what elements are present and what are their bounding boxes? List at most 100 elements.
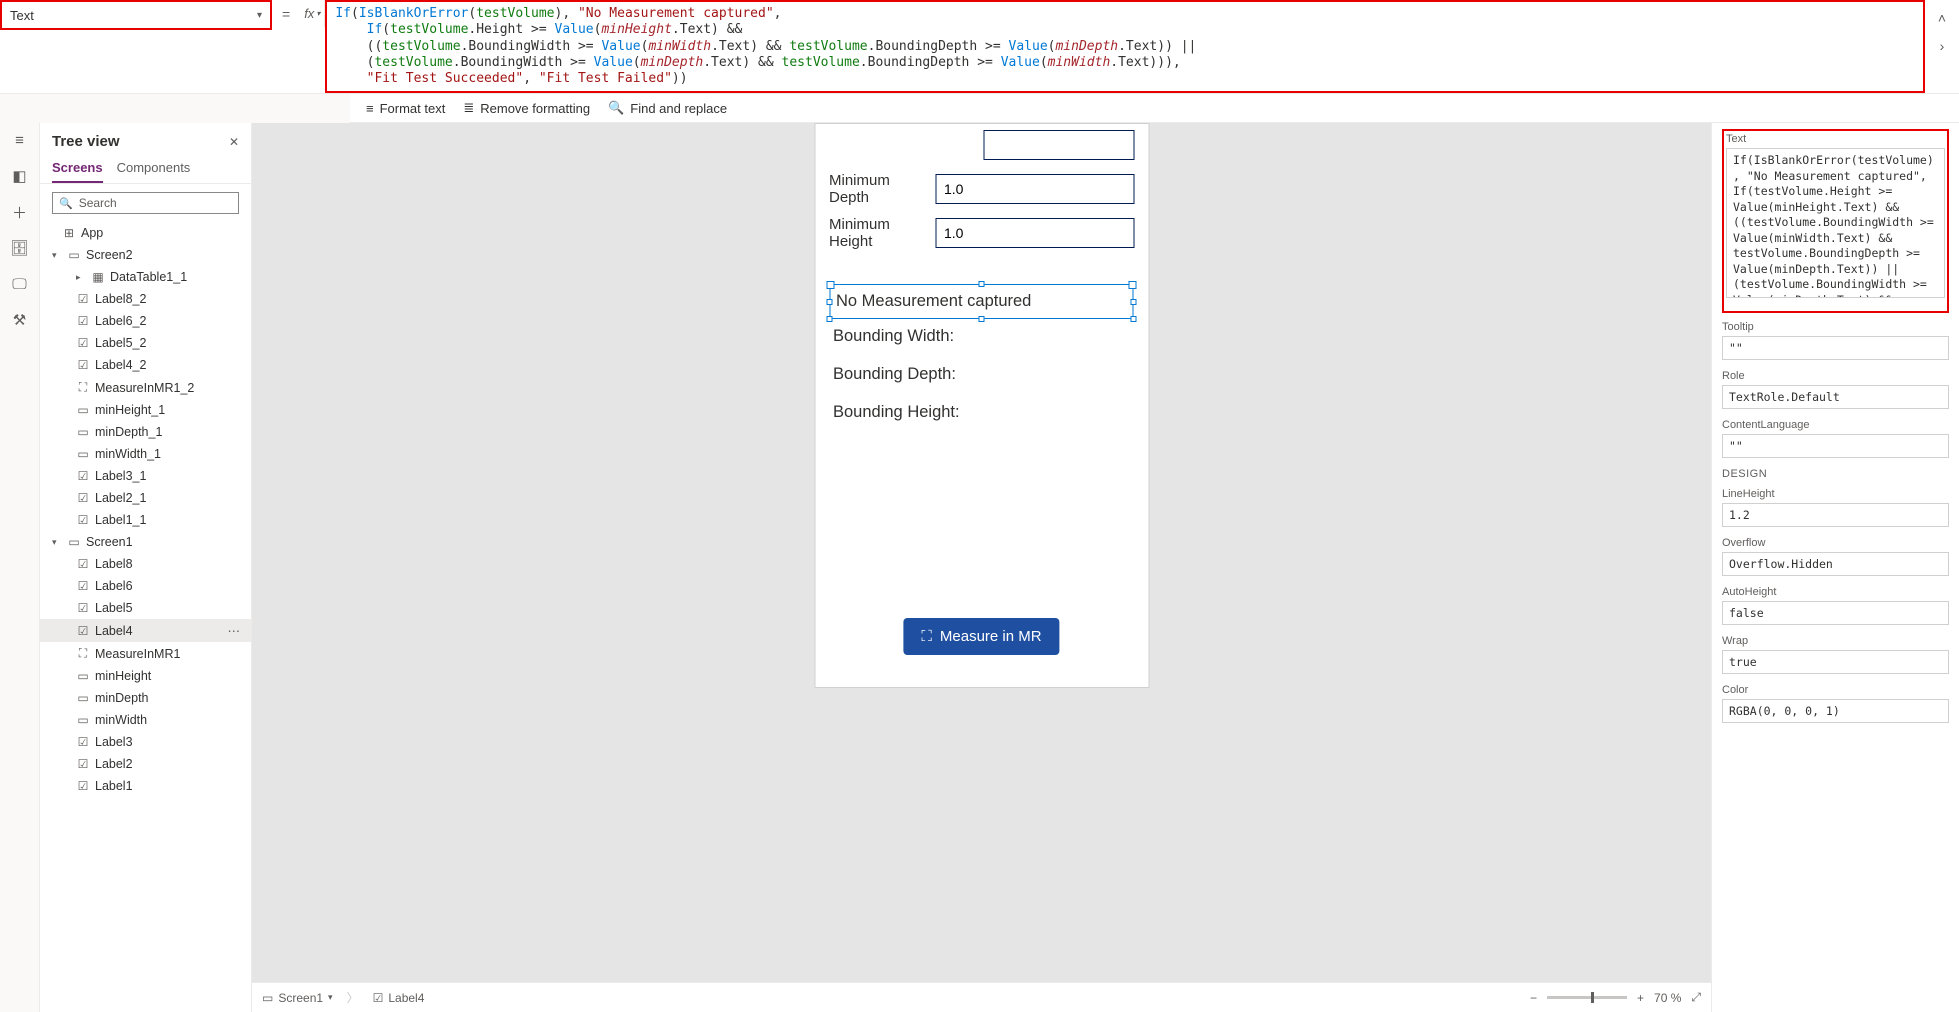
label-icon: ☑ [76, 491, 90, 505]
tree-item[interactable]: ☑Label2_1 [40, 487, 251, 509]
tab-components[interactable]: Components [117, 154, 191, 183]
tree-label: DataTable1_1 [110, 270, 187, 284]
min-height-label: Minimum Height [829, 216, 925, 250]
breadcrumb-label: Label4 [388, 991, 424, 1005]
chevron-right-icon: ▸ [76, 272, 86, 283]
tree-label: App [81, 226, 103, 240]
prop-wrap-field[interactable] [1722, 650, 1949, 674]
insert-icon[interactable]: ＋ [11, 203, 29, 221]
tree-label: minDepth [95, 691, 149, 705]
zoom-slider[interactable] [1547, 996, 1627, 999]
prop-text-field[interactable]: If(IsBlankOrError(testVolume), "No Measu… [1726, 148, 1945, 298]
label-icon: ☑ [76, 601, 90, 615]
input-icon: ▭ [76, 425, 90, 439]
prop-autoheight-field[interactable] [1722, 601, 1949, 625]
app-icon: ⊞ [62, 226, 76, 240]
tree-label: Label2 [95, 757, 133, 771]
tree-item[interactable]: ☑Label3 [40, 731, 251, 753]
min-width-input[interactable] [983, 130, 1134, 160]
tree-item[interactable]: ☑Label6_2 [40, 310, 251, 332]
chevron-down-icon: ▾ [52, 537, 62, 548]
chevron-down-icon: ▾ [257, 10, 262, 21]
tree-item[interactable]: ⛶MeasureInMR1 [40, 642, 251, 665]
formula-editor[interactable]: If(IsBlankOrError(testVolume), "No Measu… [325, 0, 1925, 93]
input-icon: ▭ [76, 669, 90, 683]
chevron-up-icon[interactable]: ˄ [1932, 4, 1952, 32]
selected-label4[interactable]: No Measurement captured [829, 284, 1133, 319]
close-icon[interactable]: ✕ [229, 135, 239, 149]
zoom-in-button[interactable]: + [1637, 991, 1644, 1005]
formula-toolbar: ≡ Format text ≣ Remove formatting 🔍Find an… [350, 94, 1959, 123]
min-height-input[interactable] [935, 218, 1134, 248]
tree-label: Screen2 [86, 248, 133, 262]
search-icon: 🔍 [608, 100, 624, 116]
input-icon: ▭ [76, 403, 90, 417]
advanced-tools-icon[interactable]: ⚒ [11, 311, 29, 329]
tree-item[interactable]: ☑Label8 [40, 553, 251, 575]
remove-formatting-label: Remove formatting [480, 101, 590, 116]
tree-view-icon[interactable]: ◧ [11, 167, 29, 185]
breadcrumb-control[interactable]: ☑Label4 [373, 991, 425, 1005]
equals-sign: = [272, 0, 300, 28]
label-icon: ☑ [76, 358, 90, 372]
prop-tooltip-field[interactable] [1722, 336, 1949, 360]
remove-formatting-button[interactable]: ≣ Remove formatting [463, 100, 590, 116]
tree-item[interactable]: ☑Label1 [40, 775, 251, 797]
tree-label: Label3 [95, 735, 133, 749]
tree-item[interactable]: ☑Label5 [40, 597, 251, 619]
tree-item-screen1[interactable]: ▾▭Screen1 [40, 531, 251, 553]
label-icon: ☑ [76, 579, 90, 593]
tree-item-app[interactable]: ⊞ App [40, 222, 251, 244]
tree-item-screen2[interactable]: ▾▭Screen2 [40, 244, 251, 266]
tree-item[interactable]: ▭ minHeight_1 [40, 399, 251, 421]
find-replace-button[interactable]: 🔍Find and replace [608, 100, 727, 116]
fit-icon[interactable]: ⤢ [1691, 990, 1701, 1005]
format-text-label: Format text [380, 101, 446, 116]
zoom-out-button[interactable]: − [1530, 991, 1537, 1005]
tree-item[interactable]: ▭minDepth_1 [40, 421, 251, 443]
chevron-right-icon[interactable]: › [1934, 32, 1951, 60]
property-selector[interactable]: Text ▾ [0, 0, 272, 30]
formula-expand-controls: ˄ › [1925, 0, 1959, 64]
tree-item-selected[interactable]: ☑Label4 [40, 619, 251, 642]
tree-item[interactable]: ▭minDepth [40, 687, 251, 709]
format-icon: ≡ [366, 101, 374, 116]
tree-item[interactable]: ☑Label3_1 [40, 465, 251, 487]
tree-item[interactable]: ☑ Label6 [40, 575, 251, 597]
tree-item[interactable]: ▭minWidth [40, 709, 251, 731]
canvas-column: Minimum Depth Minimum Height No Measurem… [252, 123, 1711, 1012]
tree-label: Label6 [95, 579, 133, 593]
prop-color-field[interactable] [1722, 699, 1949, 723]
label-icon: ☑ [76, 314, 90, 328]
prop-lineheight-field[interactable] [1722, 503, 1949, 527]
tree-item[interactable]: ☑Label5_2 [40, 332, 251, 354]
fx-icon[interactable]: fx▾ [300, 0, 325, 27]
prop-role-field[interactable] [1722, 385, 1949, 409]
tree-item[interactable]: ☑Label8_2 [40, 288, 251, 310]
tree-label: MeasureInMR1 [95, 647, 180, 661]
tree-item[interactable]: ☑Label4_2 [40, 354, 251, 376]
tree-item[interactable]: ▭minWidth_1 [40, 443, 251, 465]
media-icon[interactable]: 🖵 [11, 275, 29, 293]
tree-item[interactable]: ▭minHeight [40, 665, 251, 687]
prop-overflow-field[interactable] [1722, 552, 1949, 576]
hamburger-icon[interactable]: ≡ [11, 131, 29, 149]
measure-button-label: Measure in MR [940, 628, 1042, 645]
measure-in-mr-button[interactable]: ⛶Measure in MR [903, 618, 1059, 655]
breadcrumb-screen[interactable]: ▭Screen1▾ [262, 991, 333, 1005]
remove-format-icon: ≣ [463, 100, 474, 116]
tree-label: minWidth_1 [95, 447, 161, 461]
canvas-area[interactable]: Minimum Depth Minimum Height No Measurem… [252, 123, 1711, 982]
tree-item[interactable]: ☑Label1_1 [40, 509, 251, 531]
format-text-button[interactable]: ≡ Format text [366, 101, 445, 116]
selected-label-text: No Measurement captured [836, 292, 1031, 310]
min-depth-input[interactable] [935, 174, 1134, 204]
data-icon[interactable]: 🗄 [11, 239, 29, 257]
tree-label: minHeight_1 [95, 403, 165, 417]
tree-item[interactable]: ⛶MeasureInMR1_2 [40, 376, 251, 399]
tab-screens[interactable]: Screens [52, 154, 103, 183]
prop-contentlanguage-field[interactable] [1722, 434, 1949, 458]
tree-search-input[interactable]: Search [52, 192, 239, 214]
tree-item[interactable]: ☑Label2 [40, 753, 251, 775]
tree-item[interactable]: ▸▦DataTable1_1 [40, 266, 251, 288]
